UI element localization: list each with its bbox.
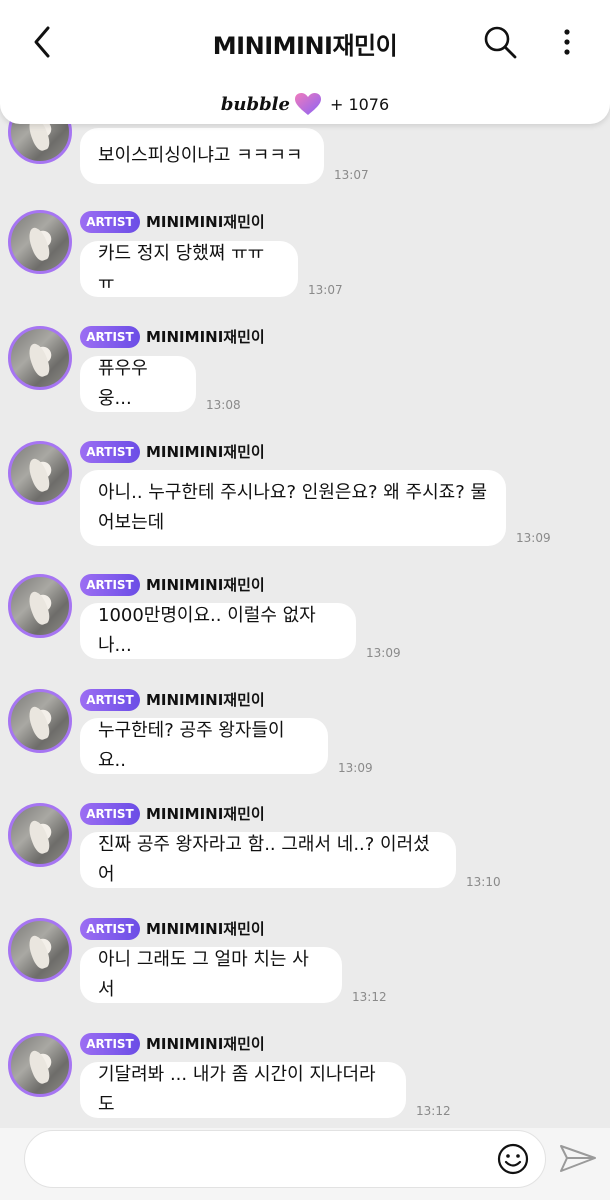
avatar[interactable] [8,441,72,505]
message-text: 아니 그래도 그 얼마 치는 사서 [98,949,309,1000]
message-time: 13:09 [516,531,551,545]
message-text: 보이스피싱이냐고 ㅋㅋㅋㅋ [98,145,303,166]
message-bubble: 기달려봐 ... 내가 좀 시간이 지나더라도 [80,1062,406,1118]
sender-name: MINIMINI재민이 [146,1035,265,1053]
artist-badge: ARTIST [80,211,140,233]
artist-badge: ARTIST [80,689,140,711]
sender-name: MINIMINI재민이 [146,576,265,594]
message-input[interactable] [24,1130,546,1188]
sender-name: MINIMINI재민이 [146,805,265,823]
message-time: 13:09 [366,646,401,660]
avatar[interactable] [8,803,72,867]
heart-icon [294,93,321,115]
more-options-button[interactable] [556,24,578,60]
bubble-letter-count[interactable]: bubble + 1076 [0,90,610,118]
message-bubble: 누구한테? 공주 왕자들이요.. [80,718,328,774]
artist-badge: ARTIST [80,803,140,825]
artist-badge: ARTIST [80,574,140,596]
artist-badge: ARTIST [80,326,140,348]
message-bubble: 진짜 공주 왕자라고 함.. 그래서 네..? 이러셨어 [80,832,456,888]
message-time: 13:07 [334,168,369,182]
message-text: 누구한테? 공주 왕자들이요.. [98,720,285,771]
letter-count: + 1076 [329,94,390,114]
message-text: 어보는데 [98,512,165,533]
search-button[interactable] [482,24,518,60]
artist-badge: ARTIST [80,918,140,940]
message-time: 13:08 [206,398,241,412]
message-text: 진짜 공주 왕자라고 함.. 그래서 네..? 이러셨어 [98,834,430,885]
sender-name: MINIMINI재민이 [146,328,265,346]
paper-plane-icon [560,1145,596,1172]
message-bubble: 아니 그래도 그 얼마 치는 사서 [80,947,342,1003]
bubble-logo: bubble [220,93,290,115]
message-time: 13:10 [466,875,501,889]
artist-badge: ARTIST [80,441,140,463]
message-bubble: 카드 정지 당했쪄 ㅠㅠㅠ [80,241,298,297]
message-bubble: 아니.. 누구한테 주시나요? 인원은요? 왜 주시죠? 물 어보는데 [80,470,506,546]
avatar[interactable] [8,210,72,274]
sender-name: MINIMINI재민이 [146,213,265,231]
message-time: 13:07 [308,283,343,297]
more-vertical-icon [564,29,570,55]
message-bubble: 1000만명이요.. 이럴수 없자나... [80,603,356,659]
message-time: 13:12 [352,990,387,1004]
avatar[interactable] [8,574,72,638]
emoji-button[interactable] [496,1142,530,1176]
message-text: 카드 정지 당했쪄 ㅠㅠㅠ [98,243,265,294]
chat-header: MINIMINI재민이 bubble + 1076 [0,0,610,124]
avatar[interactable] [8,1033,72,1097]
sender-name: MINIMINI재민이 [146,443,265,461]
artist-badge: ARTIST [80,1033,140,1055]
chat-area[interactable]: 보이스피싱이냐고 ㅋㅋㅋㅋ 13:07 ARTIST MINIMINI재민이 카… [0,0,610,1128]
message-text: 퓨우우웅... [98,358,148,409]
avatar[interactable] [8,918,72,982]
search-icon [484,26,517,59]
message-time: 13:09 [338,761,373,775]
message-bubble: 퓨우우웅... [80,356,196,412]
sender-name: MINIMINI재민이 [146,691,265,709]
send-button[interactable] [558,1140,598,1176]
page-title: MINIMINI재민이 [212,32,398,60]
sender-name: MINIMINI재민이 [146,920,265,938]
message-text: 1000만명이요.. 이럴수 없자나... [98,605,316,656]
message-text: 아니.. 누구한테 주시나요? 인원은요? 왜 주시죠? 물 [98,482,488,503]
message-time: 13:12 [416,1104,451,1118]
smiley-icon [497,1143,529,1175]
message-bubble: 보이스피싱이냐고 ㅋㅋㅋㅋ [80,128,324,184]
avatar[interactable] [8,326,72,390]
avatar[interactable] [8,689,72,753]
message-text: 기달려봐 ... 내가 좀 시간이 지나더라도 [98,1064,376,1115]
